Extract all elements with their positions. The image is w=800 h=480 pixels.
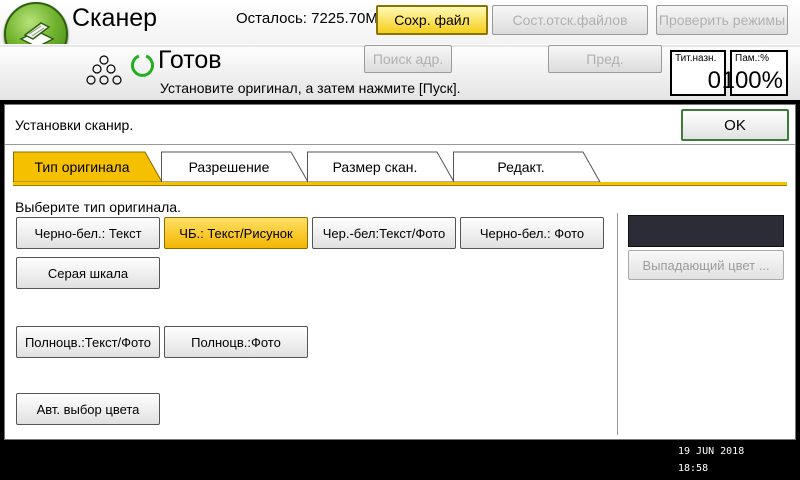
dropout-color-button[interactable]: Выпадающий цвет ... <box>628 250 784 280</box>
footer-date: 19 JUN 2018 <box>678 446 745 457</box>
app-title: Сканер <box>72 4 158 32</box>
tab-underline <box>13 182 787 186</box>
option-grayscale[interactable]: Серая шкала <box>16 257 160 289</box>
memory-counter-value: 100% <box>721 67 783 94</box>
option-fullcolor-text-photo[interactable]: Полноцв.:Текст/Фото <box>16 326 160 358</box>
option-fullcolor-photo[interactable]: Полноцв.:Фото <box>164 326 308 358</box>
status-text: Готов <box>158 46 222 74</box>
tab-edit-label: Редакт. <box>497 158 545 175</box>
tab-scan-size-label: Размер скан. <box>332 158 418 175</box>
destination-counter-value: 0 <box>707 67 721 94</box>
panel-divider <box>617 213 618 435</box>
memory-counter: Пам.:% 100% <box>722 50 788 96</box>
check-modes-button[interactable]: Проверить режимы <box>656 5 788 35</box>
dropout-color-swatch <box>628 215 784 247</box>
ok-button[interactable]: OK <box>681 109 789 141</box>
send-status-button[interactable]: Сост.отск.файлов <box>492 5 648 35</box>
original-type-prompt: Выберите тип оригинала. <box>15 199 181 215</box>
remaining-memory: Осталось: 7225.70Мб <box>236 10 387 27</box>
tab-original-type[interactable]: Тип оригинала <box>13 151 163 183</box>
destination-counter-label: Тит.назн. <box>675 53 717 64</box>
panel-title-bar: Установки сканир. OK <box>5 105 795 145</box>
tab-resolution[interactable]: Разрешение <box>161 151 309 183</box>
panel-title: Установки сканир. <box>15 117 134 133</box>
option-bw-text-photo[interactable]: Чер.-бел:Текст/Фото <box>312 217 456 249</box>
option-bw-text[interactable]: Черно-бел.: Текст <box>16 217 160 249</box>
preview-button[interactable]: Пред. <box>548 45 662 73</box>
destination-counter: Тит.назн. 0 <box>670 50 726 96</box>
status-message: Установите оригинал, а затем нажмите [Пу… <box>160 80 461 96</box>
tab-edit[interactable]: Редакт. <box>453 151 601 183</box>
memory-counter-label: Пам.:% <box>735 53 770 64</box>
tab-original-type-label: Тип оригинала <box>34 158 130 175</box>
tab-scan-size[interactable]: Размер скан. <box>307 151 455 183</box>
settings-tabs: Тип оригинала Разрешение Размер скан. Ре… <box>13 151 793 189</box>
footer-time: 18:58 <box>678 463 709 474</box>
address-search-button[interactable]: Поиск адр. <box>364 45 452 73</box>
job-list-icon <box>86 55 122 85</box>
tab-resolution-label: Разрешение <box>188 158 270 175</box>
option-auto-color-select[interactable]: Авт. выбор цвета <box>16 393 160 425</box>
save-file-button[interactable]: Сохр. файл <box>376 5 488 35</box>
option-bw-text-drawing[interactable]: ЧБ.: Текст/Рисунок <box>164 217 308 249</box>
scan-settings-panel: Установки сканир. OK Тип оригинала Разре… <box>4 104 796 440</box>
ready-status-icon <box>131 54 154 77</box>
header-bar: Сканер Осталось: 7225.70Мб Сохр. файл Со… <box>0 0 800 100</box>
option-bw-photo[interactable]: Черно-бел.: Фото <box>460 217 604 249</box>
